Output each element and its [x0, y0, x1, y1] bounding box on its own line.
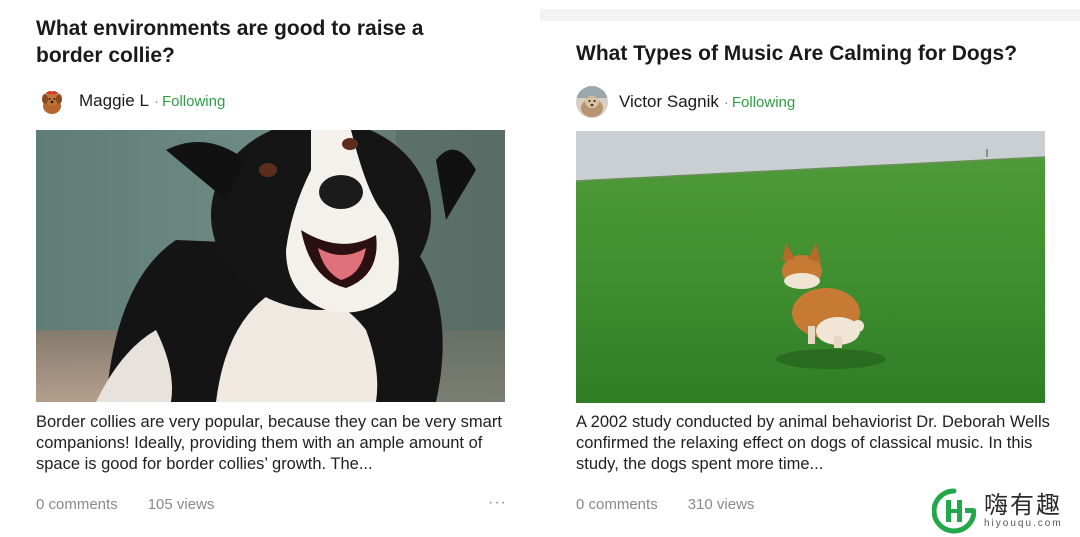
post-image-corgi-field[interactable]: [576, 131, 1045, 403]
post-title[interactable]: What Types of Music Are Calming for Dogs…: [576, 40, 1046, 67]
avatar[interactable]: [576, 86, 608, 118]
post-excerpt[interactable]: Border collies are very popular, because…: [36, 412, 516, 475]
avatar[interactable]: [36, 85, 68, 117]
top-divider: [540, 9, 1080, 21]
following-button[interactable]: Following: [732, 94, 795, 111]
watermark-url: hiyouqu.com: [984, 518, 1063, 529]
post-meta: 0 comments 310 views: [576, 494, 754, 514]
separator-dot: ·: [153, 92, 159, 110]
brand-logo-icon: [932, 488, 976, 534]
post-image-border-collie[interactable]: [36, 130, 505, 402]
post-card-1[interactable]: What environments are good to raise a bo…: [0, 0, 540, 537]
separator-dot: ·: [723, 93, 729, 111]
comments-count[interactable]: 0 comments: [36, 496, 118, 513]
post-meta: 0 comments 105 views: [36, 494, 214, 514]
more-options-icon[interactable]: ···: [488, 494, 507, 512]
watermark-logo: 嗨有趣 hiyouqu.com: [932, 487, 1063, 535]
comments-count[interactable]: 0 comments: [576, 496, 658, 513]
author-row: Victor Sagnik · Following: [576, 85, 795, 119]
views-count: 105 views: [147, 495, 215, 513]
following-button[interactable]: Following: [162, 93, 225, 110]
post-title[interactable]: What environments are good to raise a bo…: [36, 15, 476, 69]
author-name[interactable]: Victor Sagnik: [619, 92, 719, 112]
author-row: Maggie L · Following: [36, 84, 225, 118]
watermark-name: 嗨有趣: [984, 491, 1062, 519]
post-card-2[interactable]: What Types of Music Are Calming for Dogs…: [540, 0, 1080, 537]
author-name[interactable]: Maggie L: [79, 91, 149, 111]
post-excerpt[interactable]: A 2002 study conducted by animal behavio…: [576, 412, 1056, 475]
views-count: 310 views: [687, 495, 755, 513]
